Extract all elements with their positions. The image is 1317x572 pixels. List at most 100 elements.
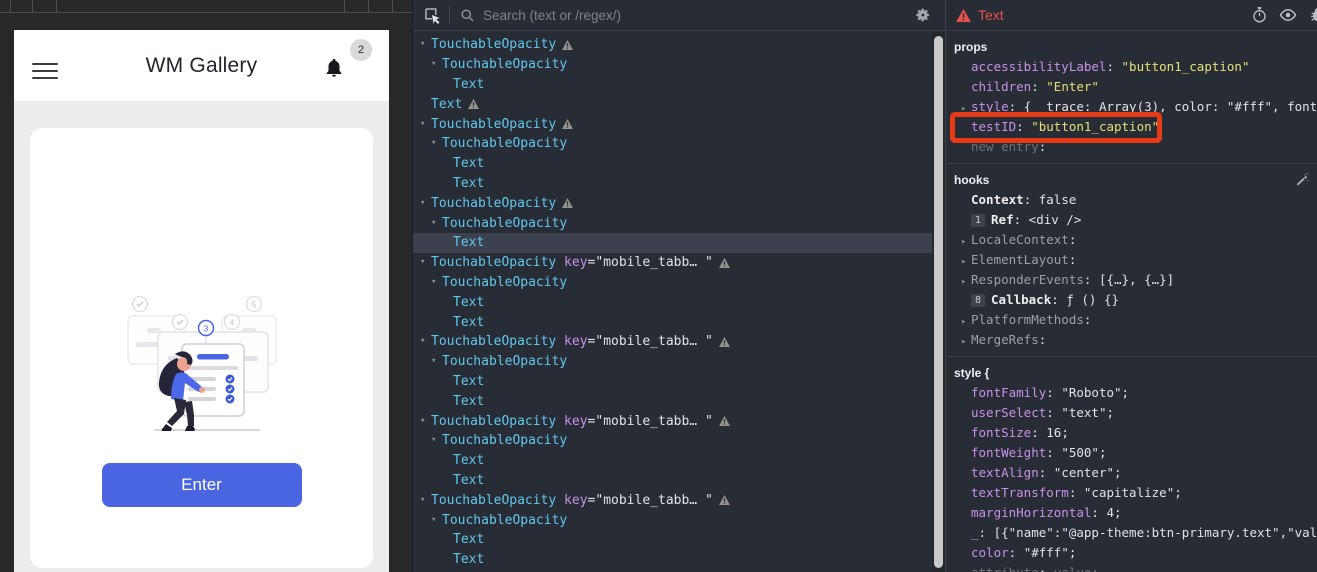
hook-row-PlatformMethods[interactable]: ▸PlatformMethods: [946,310,1317,330]
device-top-grid [0,0,412,13]
tree-row[interactable]: ▾TouchableOpacity [413,431,945,451]
eye-icon[interactable] [1279,8,1297,22]
style-row-textAlign[interactable]: textAlign: "center"; [946,463,1317,483]
prop-row-children[interactable]: children: "Enter" [946,77,1317,97]
tree-row[interactable]: Text [413,530,945,550]
style-row-_[interactable]: _: [{"name":"@app-theme:btn-primary.text… [946,523,1317,543]
tree-row[interactable]: ▾TouchableOpacity key="mobile_tabb… " [413,411,945,431]
tree-row[interactable]: Text [413,233,945,253]
search-input[interactable] [483,8,915,23]
settings-gear-icon[interactable] [915,7,931,23]
tree-row[interactable]: ▾TouchableOpacity key="mobile_tabb… " [413,490,945,510]
expand-arrow[interactable]: ▾ [431,436,442,445]
tree-row[interactable]: Text [413,174,945,194]
style-row-marginHorizontal[interactable]: marginHorizontal: 4; [946,503,1317,523]
hooks-rows: Context: false1Ref: <div />▸LocaleContex… [946,190,1317,350]
expand-arrow[interactable]: ▾ [420,199,431,208]
tree-row[interactable]: ▾TouchableOpacity [413,35,945,55]
expand-arrow[interactable]: ▾ [420,40,431,49]
svg-text:3: 3 [203,325,208,334]
tree-row[interactable]: ▾TouchableOpacity [413,273,945,293]
warning-icon [719,258,730,268]
inspector-panel: Text props [945,0,1317,572]
prop-row-testID[interactable]: testID: "button1_caption" [946,117,1317,137]
style-row-fontFamily[interactable]: fontFamily: "Roboto"; [946,383,1317,403]
hook-row-Callback[interactable]: 8Callback: ƒ () {} [946,290,1317,310]
hook-row-ElementLayout[interactable]: ▸ElementLayout: [946,250,1317,270]
expand-arrow[interactable]: ▾ [420,120,431,129]
warning-icon [719,337,730,347]
hook-row-ResponderEvents[interactable]: ▸ResponderEvents: [{…}, {…}] [946,270,1317,290]
tree-row[interactable]: Text [413,550,945,570]
tree-row[interactable]: Text [413,312,945,332]
onboarding-illustration: 3 4 5 [102,286,302,436]
expand-arrow[interactable]: ▾ [420,496,431,505]
style-section-title: style { [946,363,1317,383]
style-section: style { fontFamily: "Roboto";userSelect:… [946,357,1317,572]
device-preview-region: WM Gallery 2 [0,0,412,572]
warning-icon [719,416,730,426]
error-triangle-icon [956,9,971,22]
tree-row[interactable]: ▾TouchableOpacity key="mobile_tabb… " [413,332,945,352]
notification-badge: 2 [350,39,372,61]
hook-row-Ref[interactable]: 1Ref: <div /> [946,210,1317,230]
tree-row[interactable]: ▾TouchableOpacity [413,193,945,213]
tree-row[interactable]: ▾TouchableOpacity [413,55,945,75]
inspect-element-icon[interactable] [423,6,441,24]
style-row-textTransform[interactable]: textTransform: "capitalize"; [946,483,1317,503]
prop-row-new-entry[interactable]: new entry: [946,137,1317,157]
tree-row[interactable]: Text [413,292,945,312]
parse-hook-names-icon[interactable] [1295,172,1309,186]
components-tree-panel: ▾TouchableOpacity▾TouchableOpacityTextTe… [412,0,945,572]
tree-row[interactable]: ▾TouchableOpacity key="mobile_tabb… " [413,253,945,273]
menu-icon[interactable] [32,63,58,84]
tree-row[interactable]: Text [413,471,945,491]
prop-row-style[interactable]: ▸style: { trace: Array(3), color: "#fff"… [946,97,1317,117]
tree-row[interactable]: ▾TouchableOpacity [413,134,945,154]
expand-arrow[interactable]: ▾ [431,139,442,148]
enter-button[interactable]: Enter [102,463,302,507]
tree-row[interactable]: Text [413,372,945,392]
tree-row[interactable]: Text [413,75,945,95]
tree-row[interactable]: Text [413,154,945,174]
style-row-attribute[interactable]: attribute: value; [946,563,1317,572]
expand-arrow[interactable]: ▾ [420,258,431,267]
inspected-element-name: Text [978,7,1004,23]
expand-arrow[interactable]: ▾ [420,417,431,426]
expand-arrow[interactable]: ▾ [420,337,431,346]
style-row-userSelect[interactable]: userSelect: "text"; [946,403,1317,423]
tree-row[interactable]: Text [413,451,945,471]
style-row-fontSize[interactable]: fontSize: 16; [946,423,1317,443]
tree-row[interactable]: ▾TouchableOpacity [413,510,945,530]
expand-arrow[interactable]: ▾ [431,278,442,287]
component-tree: ▾TouchableOpacity▾TouchableOpacityTextTe… [413,31,945,572]
props-section-title: props [946,37,1317,57]
tree-scrollbar[interactable] [932,32,945,572]
bell-icon[interactable] [323,56,345,80]
tree-row[interactable]: Text [413,391,945,411]
bug-icon[interactable] [1309,7,1317,23]
hook-row-Context[interactable]: Context: false [946,190,1317,210]
warning-icon [562,198,573,208]
expand-arrow[interactable]: ▾ [431,516,442,525]
tree-row[interactable]: ▾TouchableOpacity [413,114,945,134]
style-row-color[interactable]: color: "#fff"; [946,543,1317,563]
hook-row-LocaleContext[interactable]: ▸LocaleContext: [946,230,1317,250]
search-icon [460,8,475,23]
stopwatch-icon[interactable] [1252,7,1267,23]
style-row-fontWeight[interactable]: fontWeight: "500"; [946,443,1317,463]
expand-arrow[interactable]: ▾ [431,60,442,69]
hook-row-MergeRefs[interactable]: ▸MergeRefs: [946,330,1317,350]
expand-arrow[interactable]: ▾ [431,219,442,228]
expand-arrow[interactable]: ▾ [431,357,442,366]
toolbar-divider [449,6,450,24]
tree-row[interactable]: Text [413,94,945,114]
tree-row[interactable]: ▾TouchableOpacity [413,213,945,233]
props-section: props accessibilityLabel: "button1_capti… [946,31,1317,164]
app-body: 3 4 5 [14,102,389,572]
tree-toolbar [413,0,945,31]
screen: WM Gallery 2 [0,0,1317,572]
tree-row[interactable]: ▾TouchableOpacity [413,352,945,372]
prop-row-accessibilityLabel[interactable]: accessibilityLabel: "button1_caption" [946,57,1317,77]
svg-text:4: 4 [229,319,234,328]
